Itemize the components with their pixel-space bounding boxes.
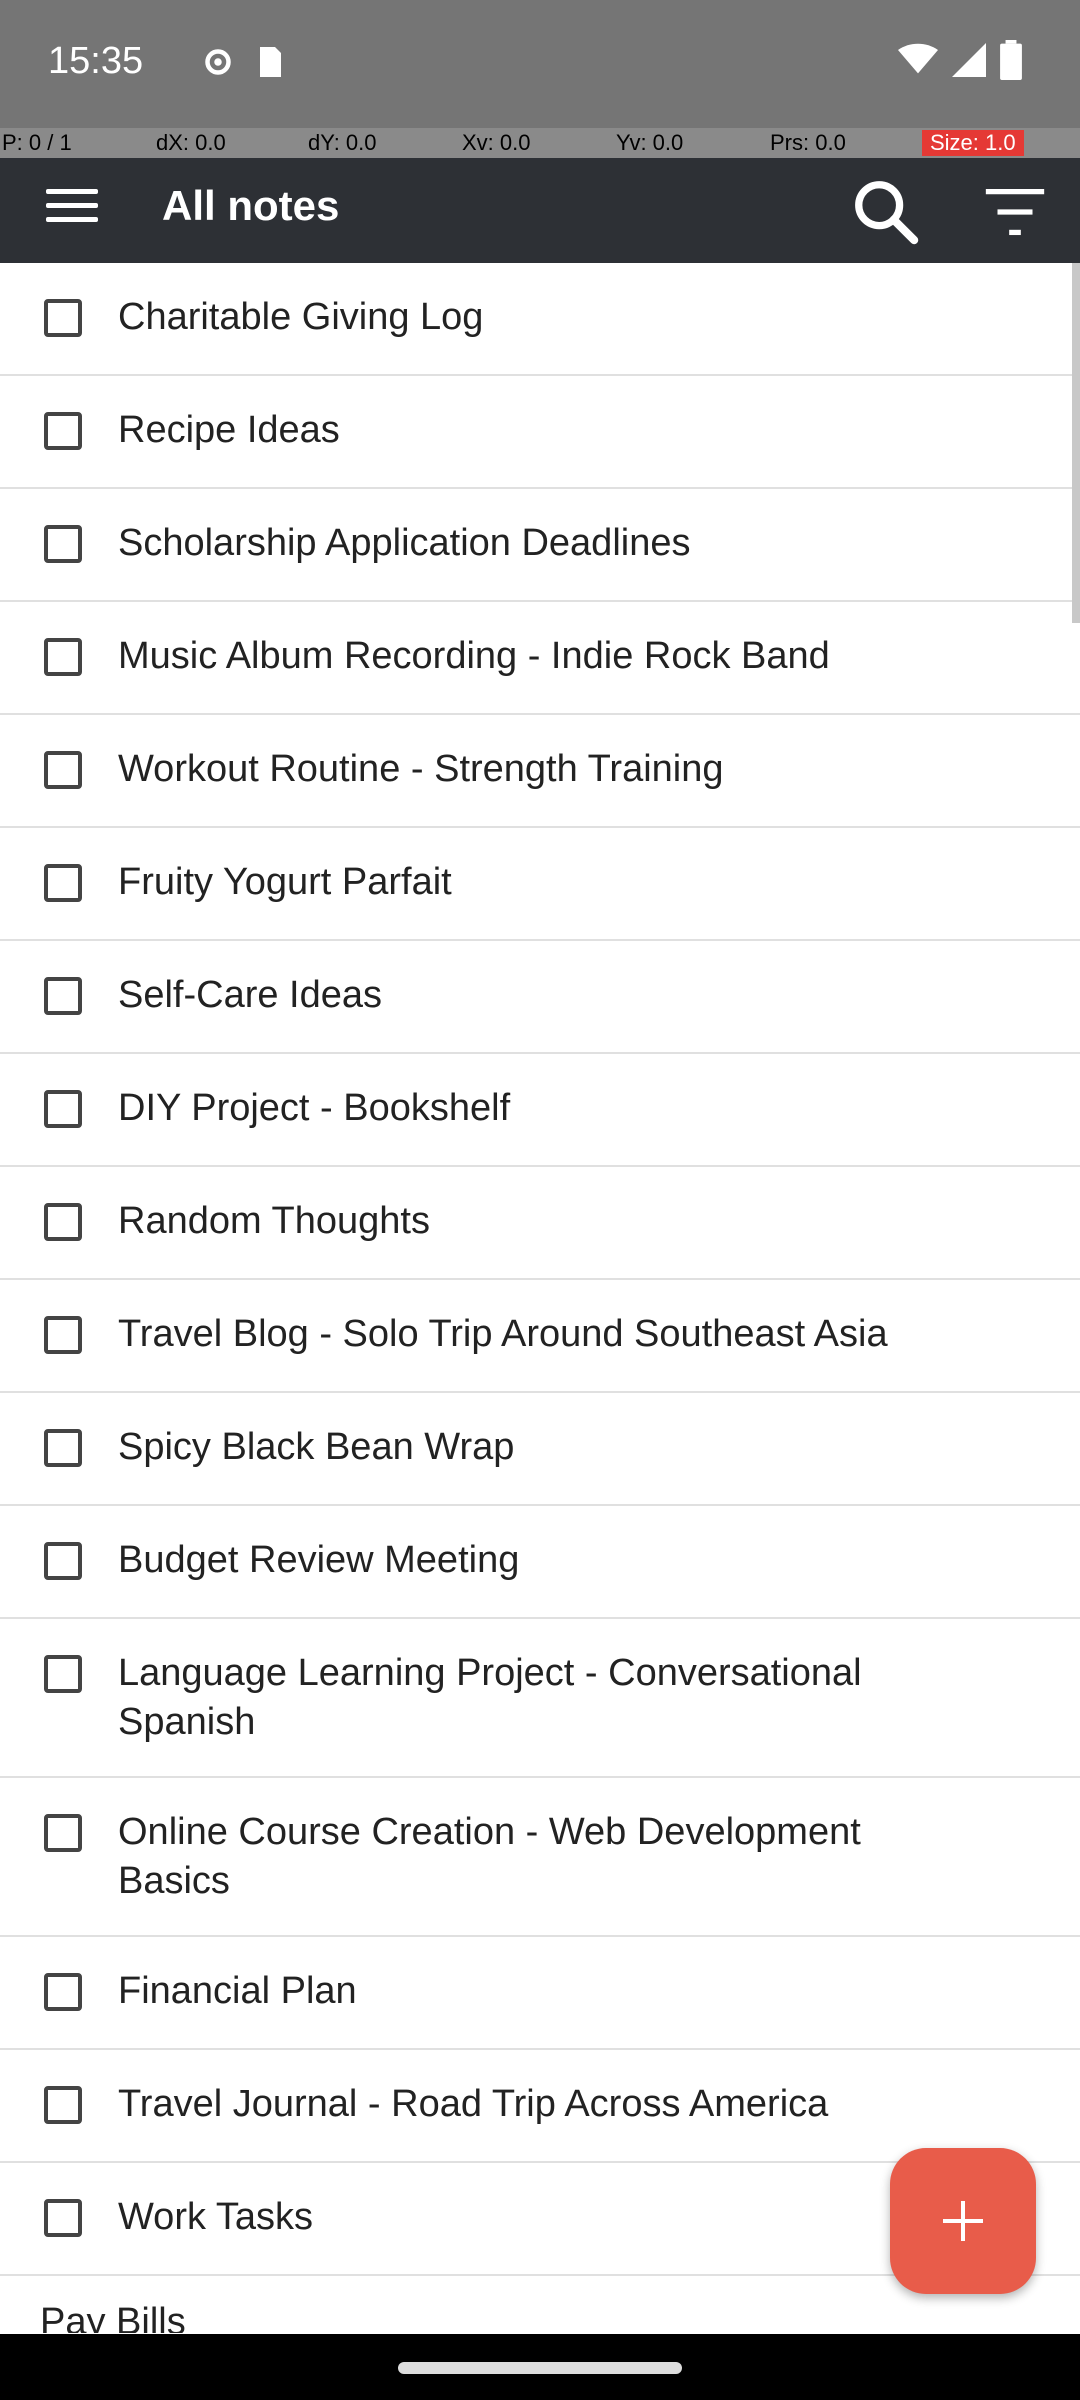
list-item[interactable]: Language Learning Project - Conversation…: [0, 1619, 1080, 1778]
pointer-yv: Yv: 0.0: [616, 130, 684, 155]
add-note-button[interactable]: [890, 2148, 1036, 2294]
note-checkbox[interactable]: [44, 2199, 82, 2237]
list-item[interactable]: Travel Blog - Solo Trip Around Southeast…: [0, 1280, 1080, 1393]
pointer-size: Size: 1.0: [922, 130, 1024, 156]
navigation-bar: [0, 2334, 1080, 2400]
search-icon: [855, 181, 919, 245]
filter-button[interactable]: [966, 158, 1066, 263]
note-checkbox[interactable]: [44, 1655, 82, 1693]
pointer-xv: Xv: 0.0: [462, 130, 531, 155]
note-title: Recipe Ideas: [118, 409, 340, 451]
note-checkbox[interactable]: [44, 1203, 82, 1241]
list-item[interactable]: Spicy Black Bean Wrap: [0, 1393, 1080, 1506]
note-checkbox[interactable]: [44, 2086, 82, 2124]
note-title: Budget Review Meeting: [118, 1539, 520, 1581]
list-item[interactable]: Workout Routine - Strength Training: [0, 715, 1080, 828]
note-checkbox[interactable]: [44, 1542, 82, 1580]
filter-icon: [985, 188, 1045, 236]
note-title: Self-Care Ideas: [118, 974, 383, 1016]
list-item[interactable]: Charitable Giving Log: [0, 263, 1080, 376]
note-title: Pay Bills: [40, 2301, 186, 2333]
status-icons-left: [200, 44, 284, 80]
search-button[interactable]: [834, 158, 936, 263]
note-title: Financial Plan: [118, 1970, 357, 2012]
note-checkbox[interactable]: [44, 1973, 82, 2011]
note-title: Spicy Black Bean Wrap: [118, 1426, 515, 1468]
note-checkbox[interactable]: [44, 1090, 82, 1128]
pointer-dx: dX: 0.0: [156, 130, 226, 155]
note-title: Travel Blog - Solo Trip Around Southeast…: [118, 1313, 888, 1355]
note-checkbox[interactable]: [44, 638, 82, 676]
wifi-icon: [898, 43, 938, 74]
list-item[interactable]: Scholarship Application Deadlines: [0, 489, 1080, 602]
pointer-dy: dY: 0.0: [308, 130, 377, 155]
list-item[interactable]: Music Album Recording - Indie Rock Band: [0, 602, 1080, 715]
note-title: Charitable Giving Log: [118, 296, 484, 338]
page-title: All notes: [162, 182, 340, 229]
list-item[interactable]: Online Course Creation - Web Development…: [0, 1778, 1080, 1937]
note-checkbox[interactable]: [44, 1814, 82, 1852]
notes-list[interactable]: Charitable Giving Log Recipe Ideas Schol…: [0, 263, 1080, 2333]
note-checkbox[interactable]: [44, 751, 82, 789]
status-bar: 15:35: [0, 0, 1080, 128]
list-item[interactable]: DIY Project - Bookshelf: [0, 1054, 1080, 1167]
note-checkbox[interactable]: [44, 1316, 82, 1354]
battery-icon: [1000, 40, 1022, 80]
note-checkbox[interactable]: [44, 299, 82, 337]
sd-card-icon: [260, 47, 281, 77]
list-item[interactable]: Budget Review Meeting: [0, 1506, 1080, 1619]
note-checkbox[interactable]: [44, 864, 82, 902]
list-item[interactable]: Self-Care Ideas: [0, 941, 1080, 1054]
note-title: Music Album Recording - Indie Rock Band: [118, 635, 830, 677]
app-bar: All notes: [0, 158, 1080, 263]
note-title: Online Course Creation - Web Development…: [118, 1811, 861, 1902]
list-item[interactable]: Random Thoughts: [0, 1167, 1080, 1280]
list-item[interactable]: Travel Journal - Road Trip Across Americ…: [0, 2050, 1080, 2163]
note-checkbox[interactable]: [44, 525, 82, 563]
status-icons-right: [898, 40, 1022, 80]
note-title: Fruity Yogurt Parfait: [118, 861, 452, 903]
scrollbar[interactable]: [1072, 263, 1080, 623]
pointer-location-overlay: P: 0 / 1 dX: 0.0 dY: 0.0 Xv: 0.0 Yv: 0.0…: [0, 128, 1080, 158]
home-handle[interactable]: [398, 2362, 682, 2374]
list-item[interactable]: Recipe Ideas: [0, 376, 1080, 489]
note-title: DIY Project - Bookshelf: [118, 1087, 511, 1129]
note-checkbox[interactable]: [44, 1429, 82, 1467]
note-title: Workout Routine - Strength Training: [118, 748, 724, 790]
note-title: Random Thoughts: [118, 1200, 430, 1242]
pointer-prs: Prs: 0.0: [770, 130, 846, 155]
list-item[interactable]: Financial Plan: [0, 1937, 1080, 2050]
note-title: Travel Journal - Road Trip Across Americ…: [118, 2083, 829, 2125]
list-item[interactable]: Fruity Yogurt Parfait: [0, 828, 1080, 941]
note-checkbox[interactable]: [44, 412, 82, 450]
pointer-count: P: 0 / 1: [2, 130, 72, 155]
settings-icon: [205, 49, 231, 75]
note-title: Work Tasks: [118, 2196, 313, 2238]
menu-icon[interactable]: [46, 180, 110, 240]
note-checkbox[interactable]: [44, 977, 82, 1015]
status-time: 15:35: [48, 40, 144, 82]
signal-icon: [952, 43, 986, 77]
note-title: Scholarship Application Deadlines: [118, 522, 691, 564]
note-title: Language Learning Project - Conversation…: [118, 1652, 862, 1743]
